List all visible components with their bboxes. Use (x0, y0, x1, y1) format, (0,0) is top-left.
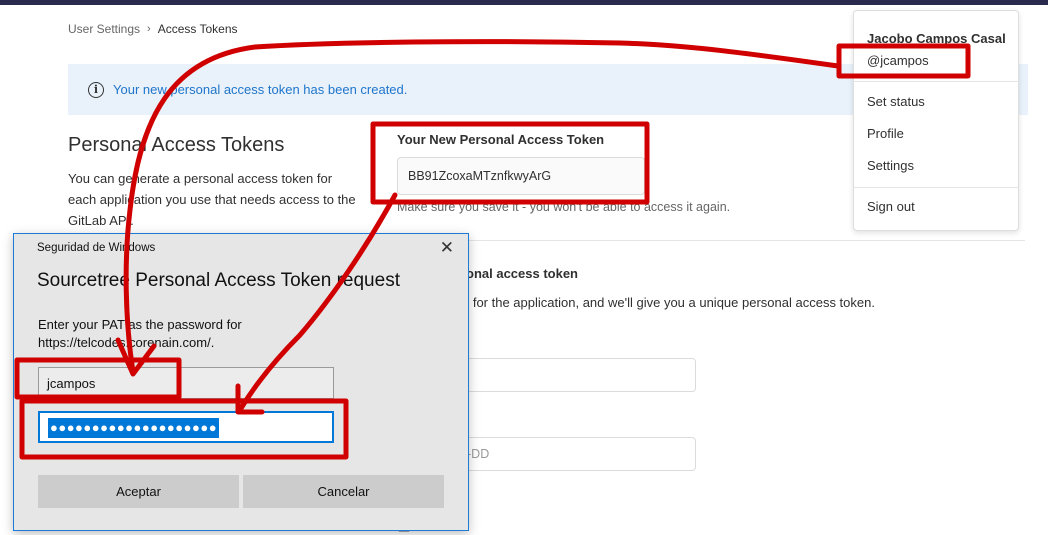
add-token-description: e for the application, and we'll give yo… (462, 295, 875, 310)
section-divider (397, 240, 1025, 241)
windows-security-dialog: Seguridad de Windows ✕ Sourcetree Person… (13, 233, 469, 531)
menu-divider (854, 81, 1018, 82)
token-name-input[interactable] (460, 358, 696, 392)
user-handle[interactable]: @jcampos (867, 53, 929, 68)
page-description: You can generate a personal access token… (68, 171, 356, 228)
menu-divider (854, 187, 1018, 188)
menu-item-settings[interactable]: Settings (867, 158, 914, 173)
accept-button[interactable]: Aceptar (38, 475, 239, 508)
password-field[interactable]: ●●●●●●●●●●●●●●●●●●●● (38, 411, 334, 443)
menu-item-sign-out[interactable]: Sign out (867, 199, 915, 214)
add-token-heading: onal access token (466, 266, 578, 281)
page-title: Personal Access Tokens (68, 134, 285, 156)
info-icon: i (88, 81, 104, 98)
dialog-prompt: Enter your PAT as the password for https… (38, 317, 242, 350)
expiry-date-input[interactable]: -DD (460, 437, 696, 471)
menu-item-set-status[interactable]: Set status (867, 94, 925, 109)
dialog-caption: Seguridad de Windows (37, 242, 156, 254)
new-token-field[interactable]: BB91ZcoxaMTznfkwyArG (397, 157, 645, 195)
breadcrumb-user-settings[interactable]: User Settings (68, 22, 140, 36)
close-icon[interactable]: ✕ (440, 238, 454, 258)
breadcrumb-current[interactable]: Access Tokens (158, 22, 238, 36)
username-field[interactable]: jcampos (38, 367, 334, 399)
user-full-name: Jacobo Campos Casal (867, 31, 1006, 46)
top-navbar (0, 0, 1048, 5)
cancel-button[interactable]: Cancelar (243, 475, 444, 508)
user-dropdown-menu: Jacobo Campos Casal @jcampos Set status … (853, 10, 1019, 231)
new-token-hint: Make sure you save it - you won't be abl… (397, 200, 731, 214)
chevron-right-icon: › (147, 23, 151, 35)
password-mask: ●●●●●●●●●●●●●●●●●●●● (48, 418, 220, 438)
menu-item-profile[interactable]: Profile (867, 126, 904, 141)
dialog-heading: Sourcetree Personal Access Token request (37, 270, 400, 291)
breadcrumb: User Settings › Access Tokens (68, 22, 238, 36)
alert-text: Your new personal access token has been … (113, 82, 408, 97)
new-token-label: Your New Personal Access Token (397, 132, 605, 147)
